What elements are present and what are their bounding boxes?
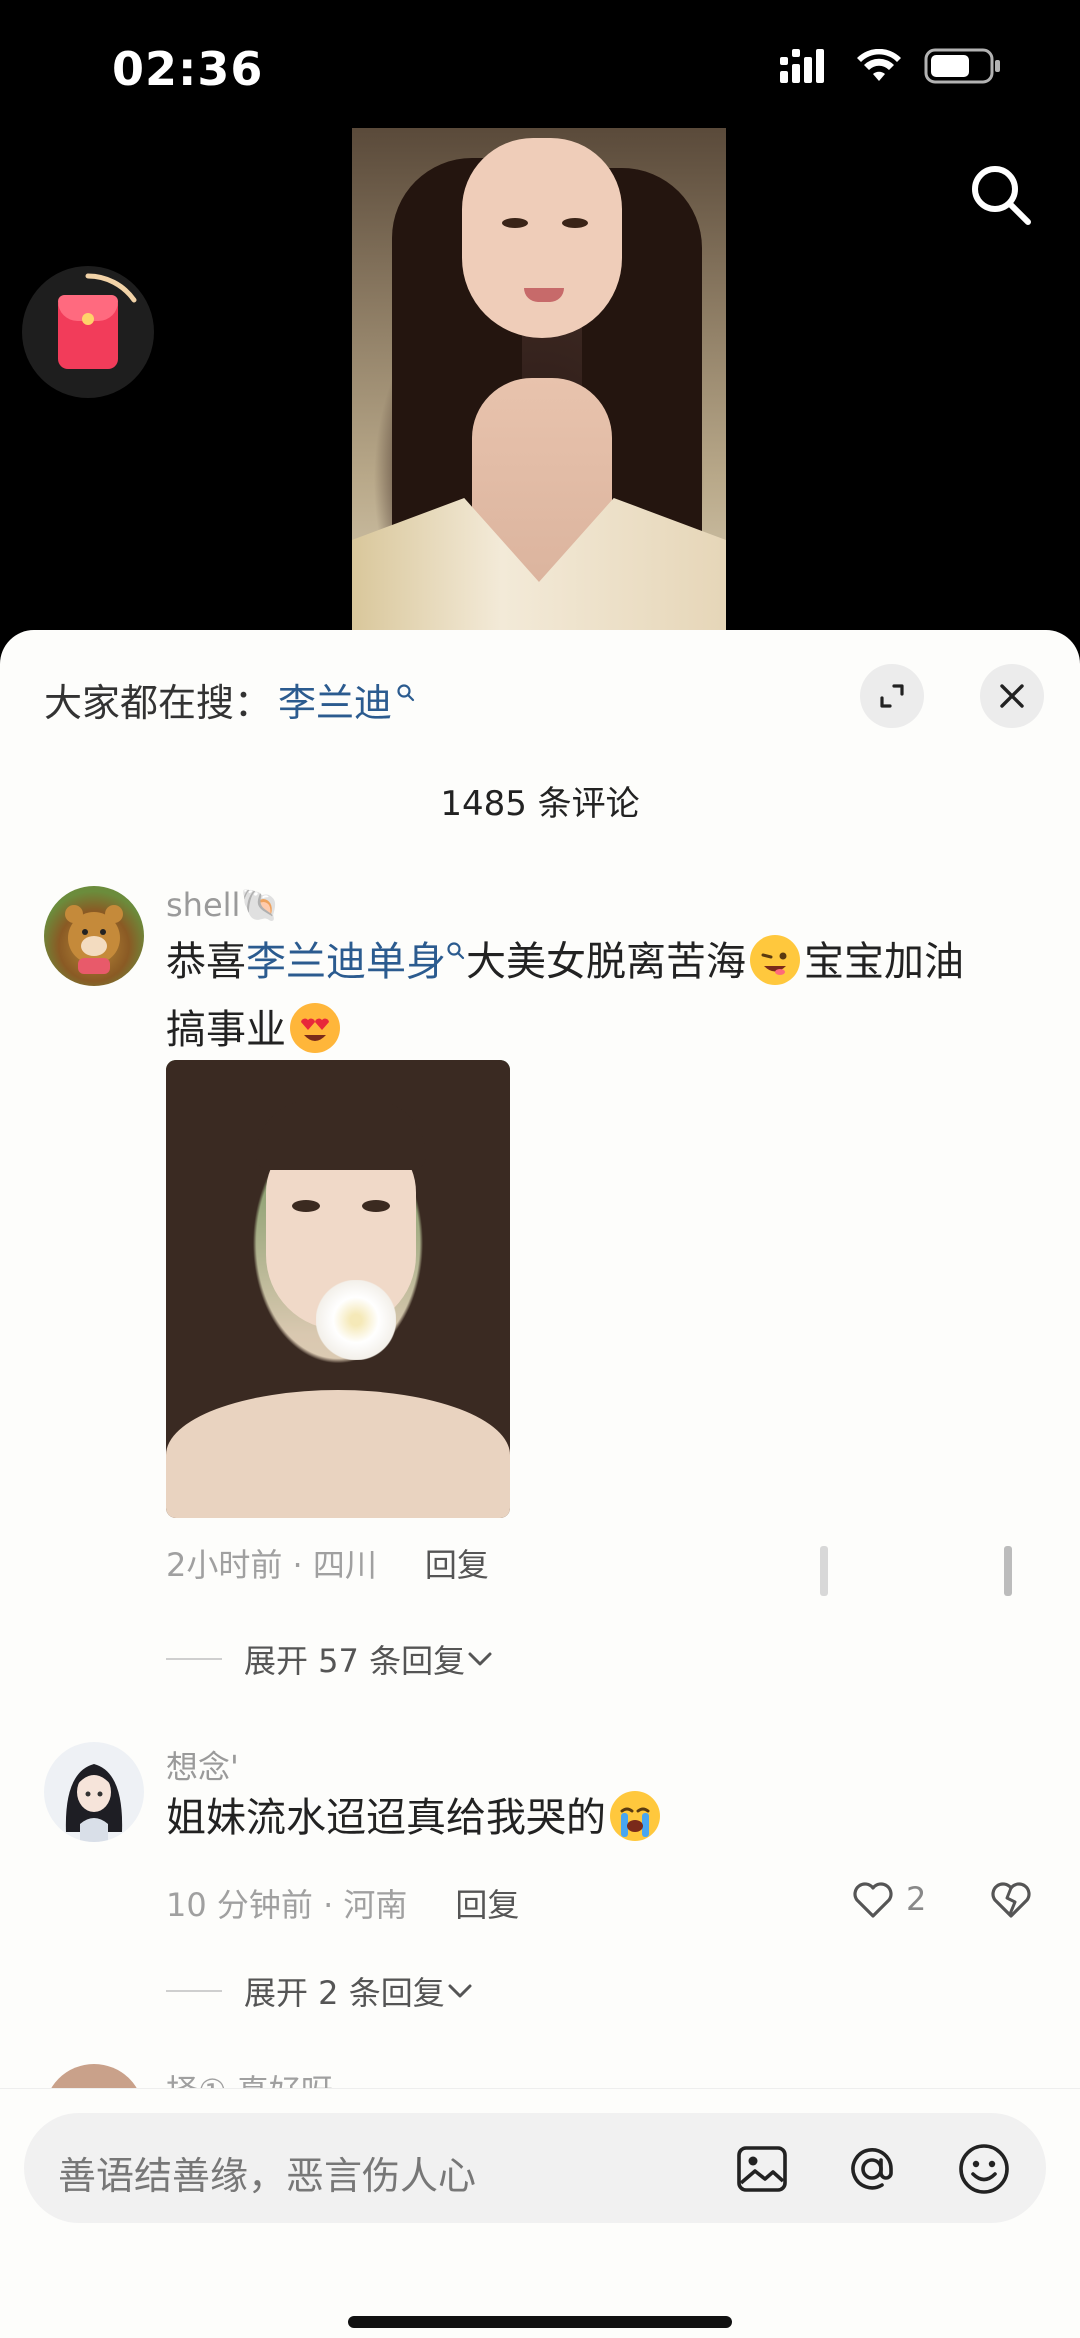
video-face: [462, 138, 622, 338]
avatar[interactable]: [44, 1742, 144, 1842]
avatar[interactable]: [44, 886, 144, 986]
image-bangs: [256, 1100, 426, 1170]
hot-search-keyword[interactable]: 李兰迪: [278, 672, 392, 727]
status-time: 02:36: [112, 42, 264, 96]
avatar-anime-girl-icon: [65, 1764, 123, 1842]
comment-text-part: 宝宝加油: [804, 939, 964, 985]
signal-icon: [780, 49, 824, 83]
comment-input[interactable]: 善语结善缘，恶言伤人心: [24, 2113, 1046, 2223]
dislike-icon: [991, 1882, 1031, 1918]
dislike-skeleton-icon: [1004, 1546, 1012, 1596]
at-icon[interactable]: [842, 2139, 902, 2199]
comment-text-part: 恭喜: [166, 939, 246, 985]
divider: [166, 1658, 222, 1660]
close-button[interactable]: [980, 664, 1044, 728]
comment-text-part: 大美女脱离苦海: [466, 939, 746, 985]
comment-meta: 2小时前 · 四川 回复: [166, 1540, 489, 1586]
heart-eyes-emoji-icon: [290, 1003, 340, 1053]
comment-count: 1485 条评论: [440, 784, 640, 824]
image-eye-right: [362, 1200, 390, 1212]
expand-replies-label: 展开 2 条回复: [244, 1974, 445, 2012]
comment-text-part: 姐妹流水迢迢真给我哭的: [166, 1795, 606, 1841]
image-shoulder: [166, 1390, 510, 1518]
status-icons: [780, 48, 1002, 84]
search-icon: [972, 166, 1031, 225]
like-count: 2: [906, 1880, 927, 1918]
crying-emoji-icon: [610, 1791, 660, 1841]
heart-icon: [853, 1882, 893, 1918]
reply-button[interactable]: 回复: [455, 1886, 519, 1924]
video-eye-left: [502, 218, 528, 228]
expand-replies-button[interactable]: 展开 2 条回复: [166, 1968, 475, 2014]
comment-sheet: 大家都在搜： 李兰迪 1485 条评论 shell🐚 恭喜李兰迪单身 大美女脱离…: [0, 630, 1080, 2337]
comment-text-part: 搞事业: [166, 1007, 286, 1053]
red-packet-button[interactable]: [22, 266, 154, 398]
video-frame[interactable]: [352, 128, 726, 632]
home-indicator: [348, 2316, 732, 2328]
like-skeleton-icon: [820, 1546, 828, 1596]
emoji-icon[interactable]: [954, 2139, 1014, 2199]
dislike-button[interactable]: [988, 1878, 1034, 1924]
image-eye-left: [292, 1200, 320, 1212]
expand-replies-label: 展开 57 条回复: [244, 1642, 466, 1680]
search-button[interactable]: [966, 160, 1036, 230]
comment-meta: 10 分钟前 · 河南 回复: [166, 1880, 519, 1926]
expand-button[interactable]: [860, 664, 924, 728]
wifi-icon: [857, 49, 901, 81]
comment-image[interactable]: [166, 1060, 510, 1518]
expand-icon: [880, 684, 904, 708]
comment-username[interactable]: shell🐚: [166, 886, 280, 924]
reply-button[interactable]: 回复: [425, 1546, 489, 1584]
chevron-down-icon: [448, 1984, 472, 1998]
comment-username[interactable]: 想念': [166, 1742, 239, 1788]
battery-icon: [924, 48, 1000, 84]
image-icon[interactable]: [732, 2139, 792, 2199]
chevron-down-icon: [468, 1652, 492, 1666]
wink-emoji-icon: [750, 935, 800, 985]
hot-search[interactable]: 大家都在搜： 李兰迪: [44, 672, 416, 727]
avatar-bear-icon: [65, 905, 123, 974]
comment-time-location: 10 分钟前 · 河南: [166, 1886, 408, 1924]
expand-replies-button[interactable]: 展开 57 条回复: [166, 1636, 495, 1682]
hot-search-prefix: 大家都在搜：: [44, 681, 273, 725]
comment-text: 恭喜李兰迪单身 大美女脱离苦海 宝宝加油搞事业: [166, 928, 1046, 1064]
search-small-icon: [447, 942, 465, 960]
image-flower: [316, 1280, 396, 1360]
comment-time-location: 2小时前 · 四川: [166, 1546, 377, 1584]
comment-keyword-link[interactable]: 李兰迪单身: [246, 939, 446, 985]
red-packet-icon: [58, 295, 118, 369]
search-small-icon: [397, 683, 415, 701]
video-eye-right: [562, 218, 588, 228]
like-button[interactable]: 2: [850, 1878, 926, 1920]
comment-input-bar: 善语结善缘，恶言伤人心: [0, 2088, 1080, 2338]
comment-text: 姐妹流水迢迢真给我哭的: [166, 1784, 1046, 1852]
comment-input-placeholder: 善语结善缘，恶言伤人心: [58, 2154, 477, 2198]
close-icon: [1000, 684, 1024, 708]
divider: [166, 1990, 222, 1992]
